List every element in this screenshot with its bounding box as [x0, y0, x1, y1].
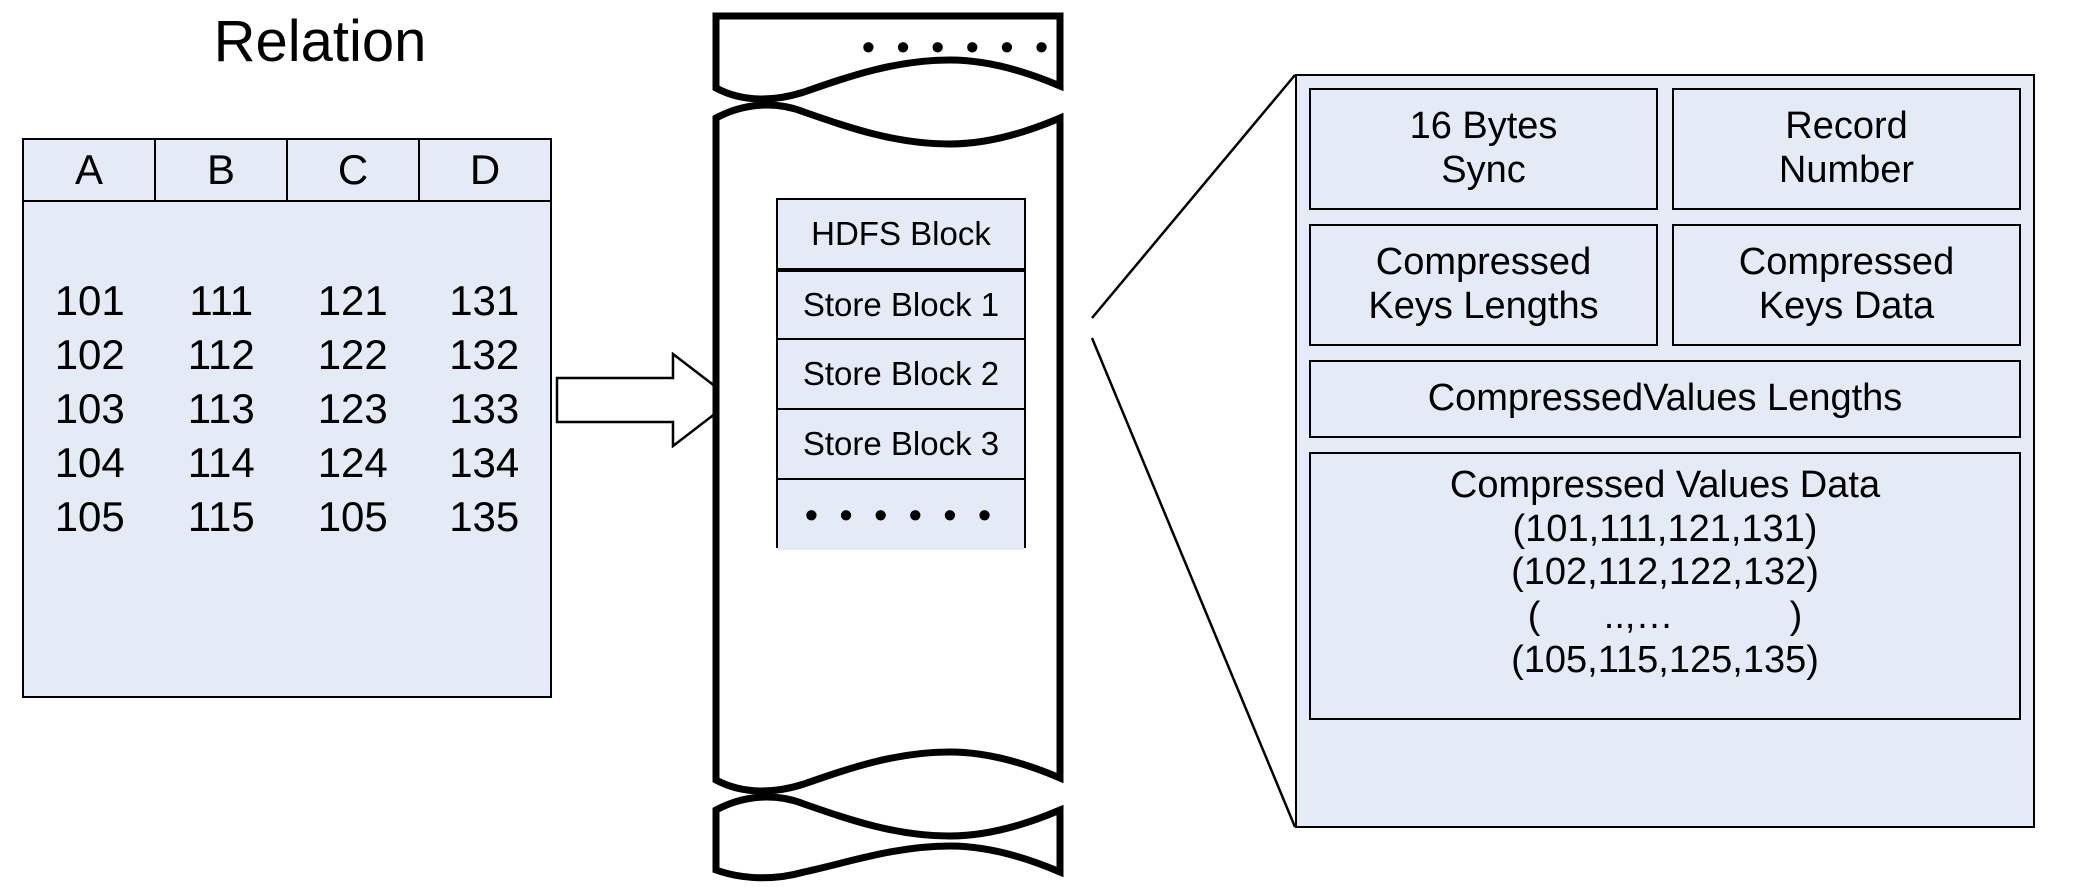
- record-number-line2: Number: [1778, 149, 1915, 191]
- relation-column-header-d: D: [469, 146, 501, 193]
- table-row: 104 114 124 134: [24, 436, 550, 490]
- relation-cell: 124: [317, 439, 388, 486]
- relation-cell: 121: [317, 277, 388, 324]
- table-row: 103 113 123 133: [24, 382, 550, 436]
- compressed-keys-lengths-line2: Keys Lengths: [1368, 285, 1599, 327]
- relation-cell: 135: [449, 493, 520, 540]
- record-row-values-lengths: CompressedValues Lengths: [1309, 360, 2021, 438]
- sync-field-line2: Sync: [1441, 149, 1526, 191]
- relation-cell: 104: [54, 439, 125, 486]
- compressed-values-lengths-field: CompressedValues Lengths: [1309, 360, 2021, 438]
- table-row: 105 115 105 135: [24, 490, 550, 544]
- compressed-values-data-row: ( ..,… ): [1527, 595, 1803, 638]
- compressed-keys-lengths-line1: Compressed: [1375, 241, 1592, 284]
- compressed-keys-lengths-field: Compressed Keys Lengths: [1309, 224, 1658, 346]
- relation-cell: 131: [449, 277, 520, 324]
- relation-cell: 102: [54, 331, 125, 378]
- store-block-record-layout-panel: 16 Bytes Sync Record Number Compressed K…: [1295, 74, 2035, 828]
- relation-cell: 105: [317, 493, 388, 540]
- compressed-keys-data-line2: Keys Data: [1758, 285, 1935, 327]
- store-block-2[interactable]: Store Block 2: [778, 340, 1024, 410]
- relation-table: A B C D 101 111 121 131 102 112 122 132 …: [22, 138, 552, 698]
- leader-line-bottom: [1090, 337, 1297, 828]
- record-row-sync: 16 Bytes Sync Record Number: [1309, 88, 2021, 210]
- relation-cell: 123: [317, 385, 388, 432]
- record-number-line1: Record: [1785, 105, 1908, 148]
- compressed-values-data-row: (105,115,125,135): [1511, 638, 1819, 681]
- relation-cell: 105: [54, 493, 125, 540]
- hdfs-block-stack: HDFS Block Store Block 1 Store Block 2 S…: [776, 198, 1026, 550]
- relation-column-header-a: A: [24, 140, 156, 200]
- relation-cell: 133: [449, 385, 520, 432]
- sync-field: 16 Bytes Sync: [1309, 88, 1658, 210]
- relation-table-body: 101 111 121 131 102 112 122 132 103 113 …: [24, 202, 550, 696]
- relation-cell: 114: [187, 439, 255, 486]
- relation-cell: 122: [317, 331, 388, 378]
- table-row: 102 112 122 132: [24, 328, 550, 382]
- record-number-field: Record Number: [1672, 88, 2021, 210]
- store-block-1[interactable]: Store Block 1: [776, 270, 1026, 340]
- hdfs-block-label[interactable]: HDFS Block: [778, 200, 1024, 270]
- relation-title: Relation: [213, 9, 427, 74]
- store-block-3[interactable]: Store Block 3: [778, 410, 1024, 480]
- sync-field-line1: 16 Bytes: [1409, 105, 1558, 148]
- compressed-keys-data-line1: Compressed: [1738, 241, 1955, 284]
- leader-line-top: [1091, 74, 1296, 319]
- relation-cell: 134: [449, 439, 520, 486]
- relation-column-header-c: C: [288, 140, 420, 200]
- relation-cell: 112: [187, 331, 255, 378]
- scroll-top-ellipsis: • • • • • •: [862, 26, 1054, 67]
- compressed-values-data-field: Compressed Values Data (101,111,121,131)…: [1309, 452, 2021, 720]
- relation-cell: 115: [187, 493, 255, 540]
- diagram-canvas: Relation A B C D 101 111 121 131 102 112…: [0, 0, 2082, 888]
- relation-cell: 103: [54, 385, 125, 432]
- relation-cell: 113: [187, 385, 255, 432]
- compressed-keys-data-field: Compressed Keys Data: [1672, 224, 2021, 346]
- relation-column-header-b: B: [156, 140, 288, 200]
- relation-cell: 132: [449, 331, 520, 378]
- relation-cell: 111: [189, 277, 254, 324]
- record-row-keys: Compressed Keys Lengths Compressed Keys …: [1309, 224, 2021, 346]
- compressed-values-data-row: (102,112,122,132): [1511, 551, 1819, 594]
- record-row-values-data: Compressed Values Data (101,111,121,131)…: [1309, 452, 2021, 720]
- relation-cell: 101: [54, 277, 125, 324]
- compressed-values-data-title: Compressed Values Data: [1449, 464, 1881, 506]
- relation-table-header-row: A B C D: [24, 140, 550, 202]
- store-block-ellipsis: • • • • • •: [778, 480, 1024, 550]
- compressed-values-data-row: (101,111,121,131): [1512, 507, 1818, 550]
- table-row: 101 111 121 131: [24, 274, 550, 328]
